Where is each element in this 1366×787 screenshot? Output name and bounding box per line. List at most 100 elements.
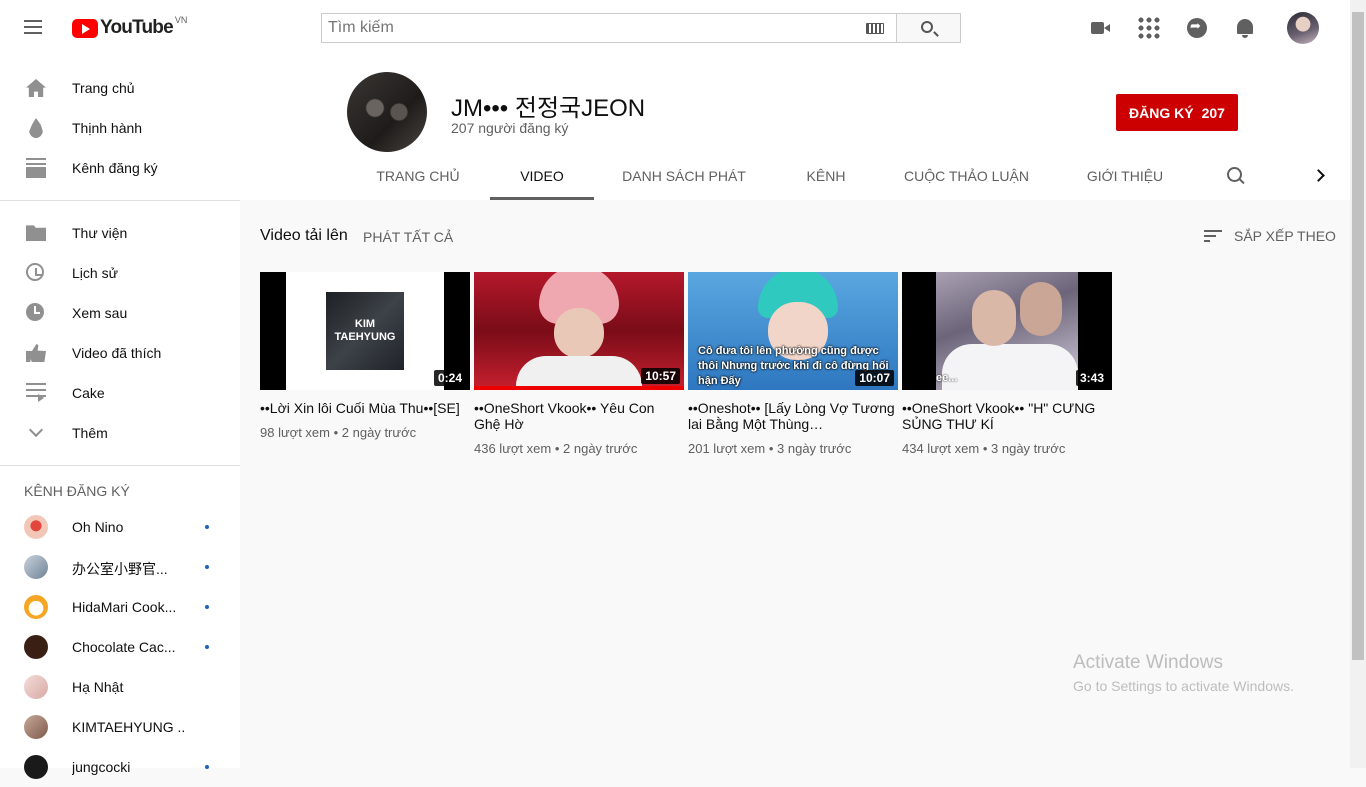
sidebar-item-home[interactable]: Trang chủ xyxy=(0,68,240,108)
search-box xyxy=(321,13,897,43)
sidebar-item-label: Thư viện xyxy=(72,225,128,241)
subscription-label: HidaMari Cook... xyxy=(72,599,177,615)
sort-icon xyxy=(1204,230,1222,242)
history-icon xyxy=(26,263,44,281)
masthead: YouTube VN xyxy=(0,0,1350,56)
sidebar-item-watch-later[interactable]: Xem sau xyxy=(0,293,240,333)
video-thumbnail[interactable]: ee... 3:43 xyxy=(902,272,1112,390)
video-title[interactable]: ••OneShort Vkook•• Yêu Con Ghệ Hờ xyxy=(474,400,684,432)
home-icon xyxy=(26,79,46,97)
video-title[interactable]: ••Oneshot•• [Lấy Lòng Vợ Tương lai Bằng … xyxy=(688,400,898,432)
new-content-dot xyxy=(205,605,209,609)
upload-age: 3 ngày trước xyxy=(991,441,1066,456)
meta-separator: • xyxy=(554,441,560,456)
new-content-dot xyxy=(205,565,209,569)
watermark-subtitle: Go to Settings to activate Windows. xyxy=(1073,678,1294,694)
video-thumbnail[interactable]: 10:57 xyxy=(474,272,684,390)
fire-icon xyxy=(29,118,43,138)
tab-discussion[interactable]: CUỘC THẢO LUẬN xyxy=(904,154,1029,200)
search-input[interactable] xyxy=(322,14,842,42)
sidebar-item-show-more[interactable]: Thêm xyxy=(0,413,240,453)
subscribe-count: 207 xyxy=(1201,104,1225,121)
clock-icon xyxy=(26,303,44,321)
sidebar-item-history[interactable]: Lịch sử xyxy=(0,253,240,293)
video-card[interactable]: KIM TAEHYUNG 0:24 ••Lời Xin lôi Cuối Mùa… xyxy=(260,272,470,440)
folder-icon xyxy=(26,225,46,241)
view-count: 201 lượt xem xyxy=(688,441,766,456)
channel-name: JM••• 전정국JEON xyxy=(451,95,646,122)
search-button[interactable] xyxy=(897,13,961,43)
subscription-item[interactable]: jungcocki xyxy=(0,747,240,787)
upload-age: 3 ngày trước xyxy=(777,441,852,456)
video-duration: 10:57 xyxy=(641,368,680,384)
page-scrollbar[interactable] xyxy=(1350,0,1366,768)
sidebar-item-liked-videos[interactable]: Video đã thích xyxy=(0,333,240,373)
video-title[interactable]: ••Lời Xin lôi Cuối Mùa Thu••[SE] xyxy=(260,400,470,416)
playlist-icon xyxy=(26,383,46,403)
play-all-button[interactable]: PHÁT TẤT CẢ xyxy=(363,229,453,245)
thumbnail-text: KIM TAEHYUNG xyxy=(334,318,396,343)
subscription-item[interactable]: Chocolate Cac... xyxy=(0,627,240,667)
video-thumbnail[interactable]: KIM TAEHYUNG 0:24 xyxy=(260,272,470,390)
region-code: VN xyxy=(174,15,188,25)
tab-videos[interactable]: VIDEO xyxy=(490,154,594,200)
video-card[interactable]: Cô đưa tôi lên phường cũng được thôi Như… xyxy=(688,272,898,456)
create-video-icon[interactable] xyxy=(1089,16,1113,40)
thumbnail-text: ee... xyxy=(936,372,958,384)
sidebar-item-label: Xem sau xyxy=(72,305,128,321)
channel-avatar xyxy=(24,755,48,779)
subscription-item[interactable]: HidaMari Cook... xyxy=(0,587,240,627)
sidebar-divider xyxy=(0,200,240,201)
sidebar: Trang chủ Thịnh hành Kênh đăng ký Thư vi… xyxy=(0,56,240,779)
tab-playlists[interactable]: DANH SÁCH PHÁT xyxy=(614,154,754,200)
tab-channels[interactable]: KÊNH xyxy=(796,154,856,200)
channel-avatar xyxy=(24,675,48,699)
channel-avatar[interactable] xyxy=(347,72,427,152)
account-avatar[interactable] xyxy=(1287,12,1319,44)
notifications-bell-icon[interactable] xyxy=(1233,16,1257,40)
subscribe-button[interactable]: ĐĂNG KÝ 207 xyxy=(1116,94,1238,131)
menu-icon[interactable] xyxy=(24,20,46,36)
new-content-dot xyxy=(205,645,209,649)
sidebar-item-subscriptions[interactable]: Kênh đăng ký xyxy=(0,148,240,188)
video-meta: 436 lượt xem • 2 ngày trước xyxy=(474,441,684,456)
windows-activation-watermark: Activate Windows Go to Settings to activ… xyxy=(1073,652,1294,694)
channel-avatar xyxy=(24,595,48,619)
video-duration: 3:43 xyxy=(1075,370,1108,386)
scrollbar-thumb[interactable] xyxy=(1352,12,1364,660)
subscriptions-icon xyxy=(26,158,46,178)
sort-button[interactable]: SẮP XẾP THEO xyxy=(1204,226,1336,246)
subscription-item[interactable]: Hạ Nhật xyxy=(0,667,240,707)
video-card[interactable]: ee... 3:43 ••OneShort Vkook•• "H" CƯNG S… xyxy=(902,272,1112,456)
youtube-logo[interactable]: YouTube VN xyxy=(72,15,188,39)
watermark-title: Activate Windows xyxy=(1073,652,1223,673)
video-card[interactable]: 10:57 ••OneShort Vkook•• Yêu Con Ghệ Hờ … xyxy=(474,272,684,456)
sidebar-item-library[interactable]: Thư viện xyxy=(0,213,240,253)
sidebar-item-label: Cake xyxy=(72,385,105,401)
tab-home[interactable]: TRANG CHỦ xyxy=(366,154,470,200)
apps-icon[interactable] xyxy=(1137,16,1161,40)
sidebar-item-playlist-cake[interactable]: Cake xyxy=(0,373,240,413)
view-count: 436 lượt xem xyxy=(474,441,552,456)
messages-icon[interactable] xyxy=(1185,16,1209,40)
video-thumbnail[interactable]: Cô đưa tôi lên phường cũng được thôi Như… xyxy=(688,272,898,390)
chevron-right-icon[interactable] xyxy=(1312,169,1325,182)
upload-age: 2 ngày trước xyxy=(341,425,417,440)
view-count: 98 lượt xem xyxy=(260,425,330,440)
channel-avatar xyxy=(24,715,48,739)
sidebar-item-label: Video đã thích xyxy=(72,345,162,361)
video-duration: 0:24 xyxy=(433,370,466,386)
subscription-item[interactable]: KIMTAEHYUNG ... xyxy=(0,707,240,747)
video-title[interactable]: ••OneShort Vkook•• "H" CƯNG SỦNG THƯ KÍ xyxy=(902,400,1112,432)
sidebar-item-trending[interactable]: Thịnh hành xyxy=(0,108,240,148)
subscription-item[interactable]: 办公室小野官... xyxy=(0,547,240,587)
meta-separator: • xyxy=(982,441,988,456)
channel-avatar xyxy=(24,635,48,659)
logo-text: YouTube xyxy=(100,17,174,38)
channel-search-icon[interactable] xyxy=(1227,167,1245,185)
meta-separator: • xyxy=(333,425,339,440)
subscription-label: KIMTAEHYUNG ... xyxy=(72,719,184,735)
tab-about[interactable]: GIỚI THIỆU xyxy=(1086,154,1164,200)
keyboard-icon[interactable] xyxy=(866,23,884,34)
subscription-item[interactable]: Oh Nino xyxy=(0,507,240,547)
